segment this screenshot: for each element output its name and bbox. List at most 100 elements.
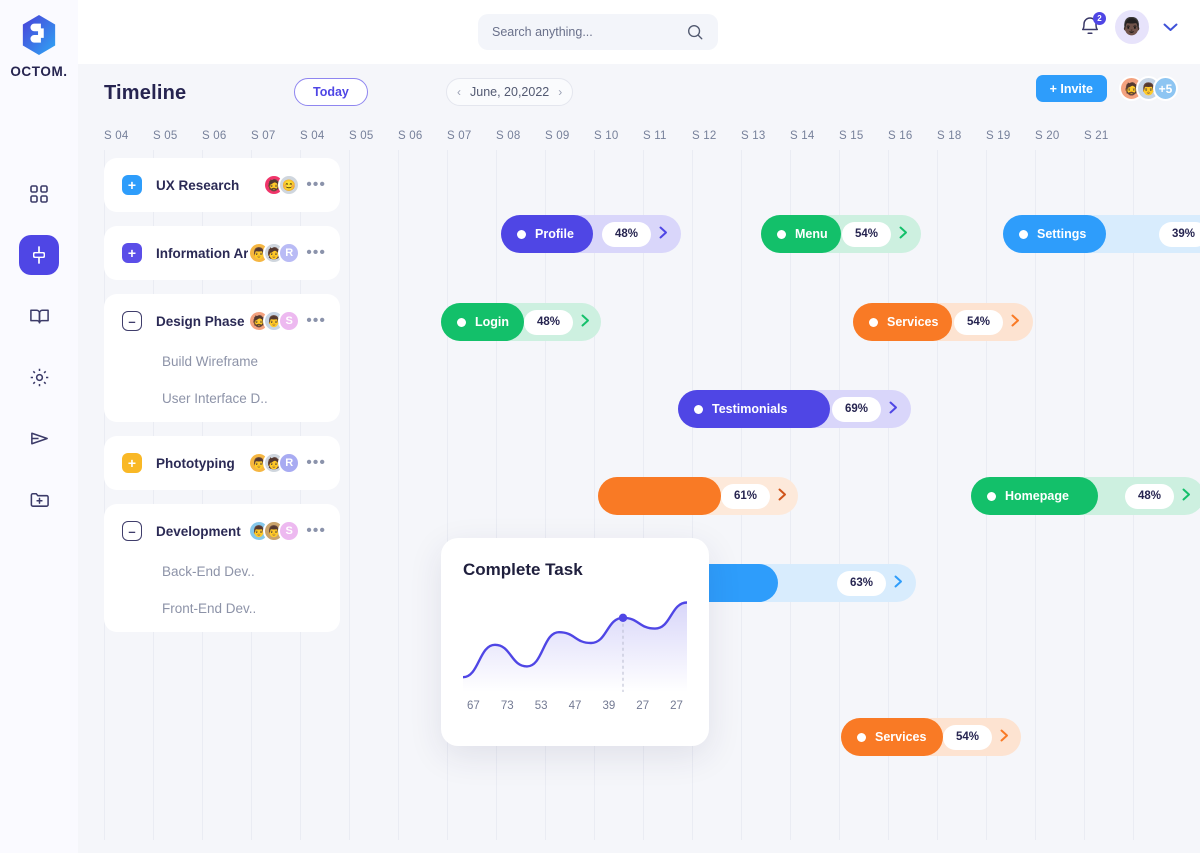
avatar: S bbox=[278, 520, 301, 542]
expand-toggle-icon[interactable]: + bbox=[122, 243, 142, 263]
task-more-options-button[interactable]: ••• bbox=[306, 523, 326, 539]
sidebar-item-dashboard[interactable] bbox=[19, 174, 59, 214]
expand-toggle-icon[interactable]: + bbox=[122, 453, 142, 473]
sidebar-item-messages[interactable] bbox=[19, 418, 59, 458]
timeline-bar[interactable]: Login 48% bbox=[441, 303, 601, 341]
avatar[interactable]: 👨🏿 bbox=[1115, 10, 1149, 44]
chevron-right-icon[interactable] bbox=[889, 401, 898, 417]
timeline-bar-label: Services bbox=[887, 315, 939, 329]
gridline bbox=[839, 150, 840, 840]
chevron-down-icon[interactable] bbox=[1163, 19, 1178, 35]
day-header-row: S 04 S 05 S 06 S 07 S 04 S 05 S 06 S 07 S 08 S 09… bbox=[78, 122, 1200, 150]
subtask-item[interactable]: User Interface D.. bbox=[162, 391, 326, 406]
search-input[interactable]: Search anything... bbox=[478, 14, 718, 50]
task-more-options-button[interactable]: ••• bbox=[306, 455, 326, 471]
day-column-label: S 11 bbox=[643, 130, 667, 142]
prev-date-button[interactable]: ‹ bbox=[457, 85, 461, 99]
timeline-bar-label: Menu bbox=[795, 227, 828, 241]
task-card[interactable]: – Design Phase 🧔 👨 S ••• Build Wireframe User I… bbox=[104, 294, 340, 422]
timeline-bar-meta: 39% bbox=[1106, 221, 1200, 247]
sidebar-item-settings[interactable] bbox=[19, 357, 59, 397]
task-more-options-button[interactable]: ••• bbox=[306, 313, 326, 329]
subtask-item[interactable]: Back-End Dev.. bbox=[162, 564, 326, 579]
timeline-bar[interactable]: Homepage 48% bbox=[971, 477, 1200, 515]
topbar: Search anything... 2 👨🏿 bbox=[78, 0, 1200, 64]
task-avatar-stack[interactable]: 🧔 😊 bbox=[263, 174, 301, 196]
chevron-right-icon[interactable] bbox=[1182, 488, 1191, 504]
task-card[interactable]: + UX Research 🧔 😊 ••• bbox=[104, 158, 340, 212]
chevron-right-icon[interactable] bbox=[899, 226, 908, 242]
chevron-right-icon[interactable] bbox=[1011, 314, 1020, 330]
day-column-label: S 04 bbox=[104, 130, 129, 142]
task-avatar-stack[interactable]: 🧔 👨 S bbox=[248, 310, 301, 332]
timeline-bar-fill[interactable] bbox=[598, 477, 721, 515]
avatar: R bbox=[278, 242, 301, 264]
today-button[interactable]: Today bbox=[294, 78, 368, 106]
timeline-bar-fill[interactable]: Testimonials bbox=[678, 390, 830, 428]
chart-tick-label: 39 bbox=[602, 700, 616, 712]
timeline-bar-meta: 54% bbox=[952, 309, 1033, 335]
timeline-bar[interactable]: 61% bbox=[598, 477, 798, 515]
day-column-label: S 19 bbox=[986, 130, 1011, 142]
main-content: Timeline Today ‹ June, 20,2022 › + Invit… bbox=[78, 64, 1200, 853]
timeline-bar[interactable]: Services 54% bbox=[841, 718, 1021, 756]
collapse-toggle-icon[interactable]: – bbox=[122, 311, 142, 331]
timeline-bar-label: Testimonials bbox=[712, 402, 788, 416]
progress-percent: 63% bbox=[836, 570, 886, 596]
sidebar-item-timeline[interactable] bbox=[19, 235, 59, 275]
timeline-bar[interactable]: Settings 39% bbox=[1003, 215, 1200, 253]
task-list: +UX Research🧔😊•••+Information Arc...👨🧑R•… bbox=[104, 158, 340, 632]
task-card[interactable]: + Information Arc...👨🧑R ••• bbox=[104, 226, 340, 280]
timeline-bar-fill[interactable]: Profile bbox=[501, 215, 593, 253]
next-date-button[interactable]: › bbox=[558, 85, 562, 99]
timeline-bar[interactable]: Menu 54% bbox=[761, 215, 921, 253]
expand-toggle-icon[interactable]: + bbox=[122, 175, 142, 195]
day-column-label: S 06 bbox=[398, 130, 423, 142]
chevron-right-icon[interactable] bbox=[659, 226, 668, 242]
complete-task-card[interactable]: Complete Task 67 73 53 47 39 27 27 bbox=[441, 538, 709, 746]
notifications-button[interactable]: 2 bbox=[1079, 12, 1106, 39]
subtask-item[interactable]: Build Wireframe bbox=[162, 354, 326, 369]
task-avatar-stack[interactable]: 👨 🧑 R bbox=[248, 452, 301, 474]
timeline-bar-fill[interactable]: Services bbox=[853, 303, 952, 341]
task-avatar-stack[interactable]: 👨 🧑 R bbox=[248, 242, 301, 264]
sidebar-item-files[interactable] bbox=[19, 479, 59, 519]
member-avatar-stack[interactable]: 🧔 👨 +5 bbox=[1119, 76, 1178, 101]
status-dot-icon bbox=[457, 317, 466, 327]
status-dot-icon bbox=[869, 317, 878, 327]
task-card-header: + Phototyping 👨 🧑 R ••• bbox=[122, 452, 326, 474]
chevron-right-icon[interactable] bbox=[778, 488, 787, 504]
task-card-header: – Development 👨 👨 S ••• bbox=[122, 520, 326, 542]
task-more-options-button[interactable]: ••• bbox=[306, 245, 326, 261]
task-card[interactable]: + Phototyping 👨 🧑 R ••• bbox=[104, 436, 340, 490]
timeline-bar-fill[interactable]: Homepage bbox=[971, 477, 1098, 515]
complete-task-title: Complete Task bbox=[463, 560, 583, 579]
task-name: UX Research bbox=[156, 177, 240, 193]
chevron-right-icon[interactable] bbox=[1000, 729, 1009, 745]
task-more-options-button[interactable]: ••• bbox=[306, 177, 326, 193]
avatar: 😊 bbox=[278, 174, 301, 196]
task-avatar-stack[interactable]: 👨 👨 S bbox=[248, 520, 301, 542]
day-column-label: S 06 bbox=[202, 130, 227, 142]
timeline-bar[interactable]: Services 54% bbox=[853, 303, 1033, 341]
day-column-label: S 10 bbox=[594, 130, 619, 142]
timeline-bar[interactable]: Profile 48% bbox=[501, 215, 681, 253]
invite-button[interactable]: + Invite bbox=[1035, 75, 1107, 102]
timeline-bar-meta: 61% bbox=[721, 483, 800, 509]
collapse-toggle-icon[interactable]: – bbox=[122, 521, 142, 541]
send-icon bbox=[30, 431, 48, 445]
sidebar-item-library[interactable] bbox=[19, 296, 59, 336]
timeline-bar-fill[interactable]: Login bbox=[441, 303, 524, 341]
chevron-right-icon[interactable] bbox=[581, 314, 590, 330]
progress-percent: 54% bbox=[841, 221, 891, 247]
date-pager[interactable]: ‹ June, 20,2022 › bbox=[446, 78, 574, 106]
subtask-item[interactable]: Front-End Dev.. bbox=[162, 601, 326, 616]
timeline-bar-fill[interactable]: Settings bbox=[1003, 215, 1106, 253]
timeline-bar-fill[interactable]: Menu bbox=[761, 215, 841, 253]
chevron-right-icon[interactable] bbox=[894, 575, 903, 591]
chart-tick-label: 27 bbox=[670, 700, 683, 712]
timeline-bar-fill[interactable]: Services bbox=[841, 718, 943, 756]
task-card[interactable]: – Development 👨 👨 S ••• Back-End Dev.. Front-En… bbox=[104, 504, 340, 632]
timeline-bar[interactable]: Testimonials 69% bbox=[678, 390, 911, 428]
timeline-bar-meta: 69% bbox=[830, 396, 911, 422]
